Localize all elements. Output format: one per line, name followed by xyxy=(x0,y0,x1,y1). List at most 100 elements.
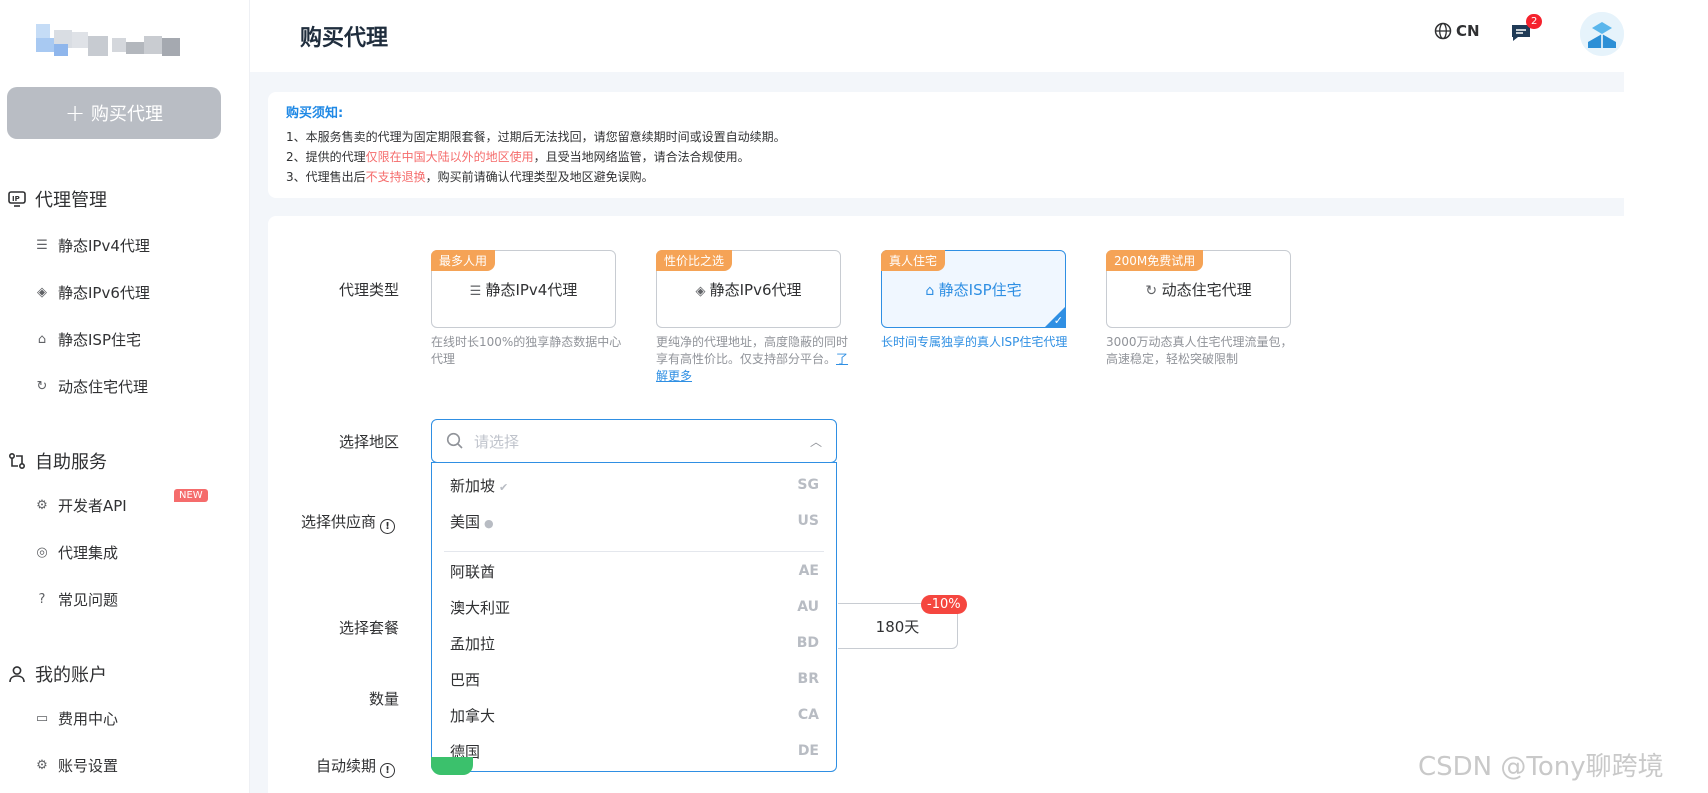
sidebar-item-developer-api[interactable]: ⚙ 开发者API NEW xyxy=(34,489,208,516)
sidebar: + 购买代理 IP 代理管理 ☰ 静态IPv4代理 ◈ 静态IPv6代理 ⌂ 静态IS… xyxy=(0,0,250,793)
sidebar-item-static-ipv6[interactable]: ◈ 静态IPv6代理 xyxy=(34,282,150,303)
type-card-static-ipv4[interactable]: 最多人用 ☰ 静态IPv4代理 xyxy=(431,250,616,328)
type-name: ↻ 动态住宅代理 xyxy=(1107,279,1290,300)
region-option-au[interactable]: 澳大利亚 AU xyxy=(432,589,836,625)
sidebar-item-label: 代理集成 xyxy=(58,544,119,562)
check-icon: ✓ xyxy=(1053,314,1063,327)
region-option-bd[interactable]: 孟加拉 BD xyxy=(432,625,836,661)
avatar-image xyxy=(1580,12,1624,56)
refresh-icon: ↻ xyxy=(36,379,48,394)
notice-highlight: 不支持退换 xyxy=(365,170,426,184)
sidebar-item-static-ipv4[interactable]: ☰ 静态IPv4代理 xyxy=(34,235,150,256)
sidebar-item-dynamic-residential[interactable]: ↻ 动态住宅代理 xyxy=(34,376,148,397)
refresh-icon: ↻ xyxy=(1145,283,1162,299)
option-name: 新加坡 ✔ xyxy=(450,475,508,496)
svg-text:IP: IP xyxy=(12,195,20,203)
notice-text: 2、提供的代理 xyxy=(286,150,366,164)
region-option-ca[interactable]: 加拿大 CA xyxy=(432,697,836,733)
sidebar-item-label: 静态IPv6代理 xyxy=(58,284,150,302)
option-name: 美国 ● xyxy=(450,511,494,532)
type-card-static-isp[interactable]: 真人住宅 ⌂ 静态ISP住宅 ✓ xyxy=(881,250,1066,328)
sidebar-item-billing[interactable]: ▭ 费用中心 xyxy=(34,708,118,729)
ip-icon: IP xyxy=(8,191,26,207)
home-icon: ⌂ xyxy=(925,283,939,299)
type-card-static-ipv6[interactable]: 性价比之选 ◈ 静态IPv6代理 xyxy=(656,250,841,328)
type-name-text: 静态ISP住宅 xyxy=(938,281,1022,299)
option-code: AE xyxy=(798,563,819,579)
package-label: 选择套餐 xyxy=(339,619,400,637)
type-tag: 真人住宅 xyxy=(881,250,946,271)
region-option-de[interactable]: 德国 DE xyxy=(432,733,836,769)
quantity-label: 数量 xyxy=(369,690,400,708)
region-select[interactable]: 请选择 ︿ xyxy=(431,419,837,463)
nav-section-label: 代理管理 xyxy=(35,190,107,211)
region-option-us[interactable]: 美国 ● US xyxy=(432,503,836,539)
package-value: 180天 xyxy=(875,617,920,636)
nav-section-self-service[interactable]: 自助服务 xyxy=(7,448,107,474)
sidebar-item-label: 动态住宅代理 xyxy=(58,378,149,396)
option-name: 加拿大 xyxy=(450,706,496,725)
language-label: CN xyxy=(1456,22,1480,40)
region-option-sg[interactable]: 新加坡 ✔ SG xyxy=(432,467,836,503)
avatar[interactable] xyxy=(1580,12,1624,56)
sidebar-item-account-settings[interactable]: ⚙ 账号设置 xyxy=(34,755,118,776)
layers-icon: ◈ xyxy=(37,285,47,300)
sidebar-item-label: 费用中心 xyxy=(58,710,119,728)
api-icon: ⚙ xyxy=(36,498,48,513)
option-name: 孟加拉 xyxy=(450,634,496,653)
auto-renew-toggle[interactable] xyxy=(431,757,473,775)
region-dropdown: 新加坡 ✔ SG 美国 ● US 阿联酋 AE 澳大利亚 AU 孟加拉 BD 巴西 BR 加拿大… xyxy=(431,462,837,772)
chevron-up-icon: ︿ xyxy=(809,434,822,449)
question-icon: ? xyxy=(38,592,46,607)
type-desc: 在线时长100%的独享静态数据中心代理 xyxy=(431,335,622,366)
sidebar-item-proxy-integration[interactable]: ◎ 代理集成 xyxy=(34,542,118,563)
sidebar-item-faq[interactable]: ? 常见问题 xyxy=(34,589,118,610)
option-code: DE xyxy=(797,743,819,759)
option-code: AU xyxy=(797,599,819,615)
notice-line-3: 3、代理售出后不支持退换，购买前请确认代理类型及地区避免误购。 xyxy=(286,167,1606,187)
type-name: ◈ 静态IPv6代理 xyxy=(657,279,840,300)
notice-text: ，购买前请确认代理类型及地区避免误购。 xyxy=(425,170,654,184)
nav-section-label: 我的账户 xyxy=(35,665,107,686)
info-icon[interactable]: ! xyxy=(380,763,396,778)
sidebar-item-label: 开发者API xyxy=(58,497,127,515)
option-code: BR xyxy=(797,671,819,687)
purchase-notice: 购买须知: 1、本服务售卖的代理为固定期限套餐，过期后无法找回，请您留意续期时间… xyxy=(268,92,1624,198)
type-desc: 3000万动态真人住宅代理流量包，高速稳定，轻松突破限制 xyxy=(1106,335,1293,366)
sidebar-item-static-isp[interactable]: ⌂ 静态ISP住宅 xyxy=(34,329,141,350)
region-option-br[interactable]: 巴西 BR xyxy=(432,661,836,697)
type-desc: 长时间专属独享的真人ISP住宅代理 xyxy=(881,335,1068,349)
auto-renew-label-text: 自动续期 xyxy=(316,757,377,775)
type-name: ⌂ 静态ISP住宅 xyxy=(882,279,1065,300)
messages-button[interactable]: 2 xyxy=(1510,14,1543,48)
language-switcher[interactable]: CN xyxy=(1434,22,1480,40)
type-name-text: 静态IPv6代理 xyxy=(709,281,802,299)
type-card-dynamic-residential[interactable]: 200M免费试用 ↻ 动态住宅代理 xyxy=(1106,250,1291,328)
verified-icon: ✔ xyxy=(499,480,509,494)
divider xyxy=(444,551,824,552)
option-name: 阿联酋 xyxy=(450,562,496,581)
home-icon: ⌂ xyxy=(37,332,47,347)
type-desc: 更纯净的代理地址，高度隐蔽的同时享有高性价比。仅支持部分平台。了解更多 xyxy=(656,334,851,385)
region-placeholder: 请选择 xyxy=(474,432,520,451)
swap-icon xyxy=(8,452,26,470)
sidebar-item-label: 账号设置 xyxy=(58,757,119,775)
user-icon xyxy=(9,666,25,683)
buy-proxy-label: 购买代理 xyxy=(91,104,164,125)
gear-icon: ⚙ xyxy=(36,758,48,773)
option-name: 澳大利亚 xyxy=(450,598,511,617)
type-tag: 200M免费试用 xyxy=(1106,250,1204,271)
region-option-ae[interactable]: 阿联酋 AE xyxy=(432,553,836,589)
layers-icon: ◈ xyxy=(695,284,710,299)
buy-proxy-button[interactable]: + 购买代理 xyxy=(7,87,221,139)
notice-text: 3、代理售出后 xyxy=(286,170,366,184)
proxy-type-label: 代理类型 xyxy=(339,281,400,299)
nav-section-proxy-management[interactable]: IP 代理管理 xyxy=(7,186,107,212)
notice-line-2: 2、提供的代理仅限在中国大陆以外的地区使用，且受当地网络监管，请合法合规使用。 xyxy=(286,147,1606,167)
supplier-label: 选择供应商! xyxy=(301,511,396,534)
notice-title: 购买须知: xyxy=(286,106,344,121)
sidebar-item-label: 静态ISP住宅 xyxy=(58,331,141,349)
info-icon[interactable]: ! xyxy=(380,519,396,534)
notice-text: ，且受当地网络监管，请合法合规使用。 xyxy=(533,150,750,164)
nav-section-my-account[interactable]: 我的账户 xyxy=(7,661,107,687)
